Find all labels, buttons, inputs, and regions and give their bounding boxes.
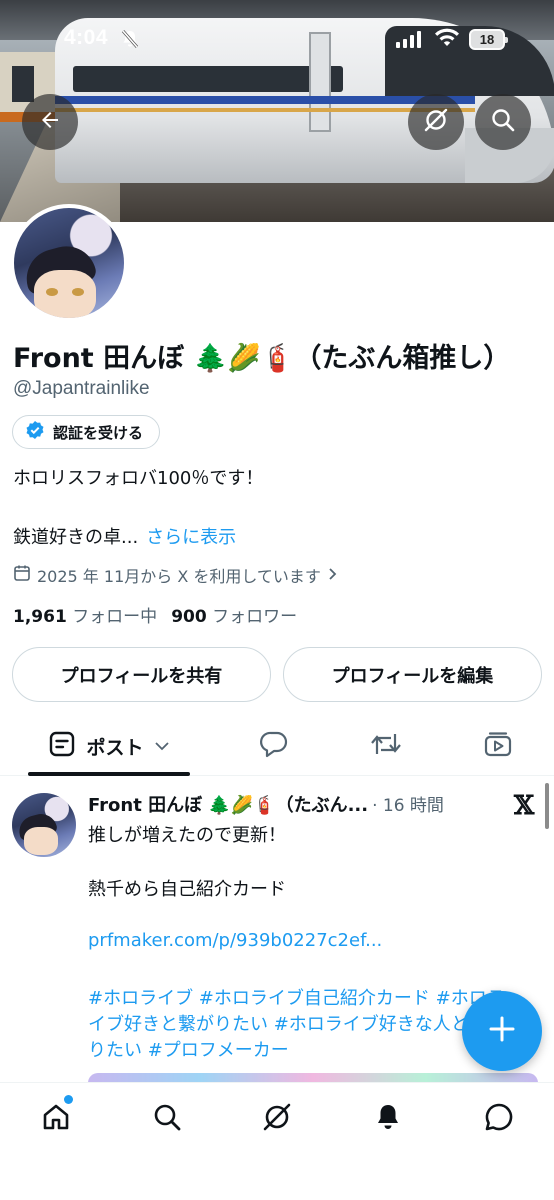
followers-label: フォロワー: [212, 607, 298, 627]
active-tab-indicator: [28, 772, 190, 776]
tab-posts-label: ポスト: [86, 736, 144, 759]
bio-line-1: ホロリスフォロバ100％です！: [13, 468, 264, 489]
followers-link[interactable]: 900 フォロワー: [171, 607, 297, 627]
plus-icon: [487, 1014, 517, 1048]
chevron-right-icon: [327, 566, 339, 585]
tab-replies[interactable]: [244, 716, 304, 776]
post-author-avatar[interactable]: [12, 793, 76, 857]
search-button[interactable]: [475, 94, 531, 150]
post-image-card[interactable]: [88, 1073, 538, 1082]
profile-avatar[interactable]: [10, 204, 128, 322]
following-link[interactable]: 1,961 フォロー中: [13, 607, 157, 627]
verified-badge-icon: [25, 420, 45, 444]
joined-text: 2025 年 11月から X を利用しています: [37, 567, 321, 586]
media-icon: [483, 730, 513, 762]
grok-icon: [423, 107, 449, 137]
post-text-line-2: 熱千めら自己紹介カード: [88, 879, 286, 900]
search-icon: [151, 1101, 183, 1137]
cellular-signal-icon: [396, 30, 421, 48]
bottom-navigation: [0, 1082, 554, 1200]
post-hashtags-line-1[interactable]: #ホロライブ #ホロライブ自己紹介カード #ホロラ: [88, 984, 505, 1010]
wifi-icon: [434, 28, 460, 52]
compose-post-button[interactable]: [462, 991, 542, 1071]
post-timestamp: · 16 時間: [372, 796, 444, 816]
post-link[interactable]: prfmaker.com/p/939b0227c2ef...: [88, 930, 382, 951]
nav-notifications[interactable]: [360, 1097, 416, 1141]
silent-bell-icon: [120, 29, 140, 53]
followers-count: 900: [171, 607, 207, 627]
search-icon: [490, 107, 516, 137]
messages-icon: [483, 1101, 515, 1137]
home-icon: [40, 1101, 72, 1137]
follow-stats: 1,961 フォロー中 900 フォロワー: [13, 602, 297, 627]
nav-grok[interactable]: [249, 1097, 305, 1141]
grok-button[interactable]: [408, 94, 464, 150]
profile-display-name: Front 田んぼ 🌲🌽🧯（たぶん箱推し）: [13, 343, 511, 374]
post-header: Front 田んぼ 🌲🌽🧯（たぶん... · 16 時間: [88, 791, 444, 817]
home-notification-dot: [64, 1095, 73, 1104]
back-button[interactable]: [22, 94, 78, 150]
tab-media[interactable]: [468, 716, 528, 776]
tab-posts[interactable]: ポスト: [28, 716, 190, 776]
tab-reposts[interactable]: [356, 716, 416, 776]
x-logo-icon: 𝕏: [514, 791, 535, 821]
profile-handle: @Japantrainlike: [13, 378, 150, 399]
bio-truncated-text: 鉄道好きの卓...: [13, 527, 139, 548]
status-time: 4:04: [64, 26, 109, 49]
bell-icon: [372, 1101, 404, 1137]
following-label: フォロー中: [72, 607, 158, 627]
reply-icon: [259, 730, 289, 762]
status-bar: 4:04 18: [0, 0, 554, 80]
posts-icon: [48, 730, 76, 762]
edit-profile-button[interactable]: プロフィールを編集: [283, 647, 542, 702]
following-count: 1,961: [13, 607, 67, 627]
scrollbar[interactable]: [545, 783, 549, 829]
show-more-link[interactable]: さらに表示: [146, 527, 236, 548]
get-verified-label: 認証を受ける: [53, 423, 144, 442]
battery-indicator: 18: [469, 29, 508, 50]
chevron-down-icon: [154, 737, 170, 756]
post-author-name[interactable]: Front 田んぼ 🌲🌽🧯（たぶん...: [88, 791, 368, 817]
post-text-line-1: 推しが増えたので更新！: [88, 825, 286, 846]
share-profile-button[interactable]: プロフィールを共有: [12, 647, 271, 702]
nav-home[interactable]: [28, 1095, 84, 1141]
get-verified-button[interactable]: 認証を受ける: [12, 415, 161, 449]
nav-search[interactable]: [139, 1097, 195, 1141]
post-hashtags-line-3[interactable]: りたい #プロフメーカー: [88, 1036, 289, 1062]
nav-messages[interactable]: [471, 1097, 527, 1141]
back-arrow-icon: [38, 108, 62, 136]
bio-line-2: 鉄道好きの卓... さらに表示: [13, 523, 236, 549]
repost-icon: [369, 730, 403, 762]
joined-date[interactable]: 2025 年 11月から X を利用しています: [13, 563, 339, 587]
calendar-icon: [13, 564, 31, 586]
post-hashtags-line-2[interactable]: イブ好きと繋がりたい #ホロライブ好きな人と繋が: [88, 1010, 505, 1036]
profile-tabs: ポスト: [0, 716, 554, 776]
grok-icon: [261, 1101, 293, 1137]
